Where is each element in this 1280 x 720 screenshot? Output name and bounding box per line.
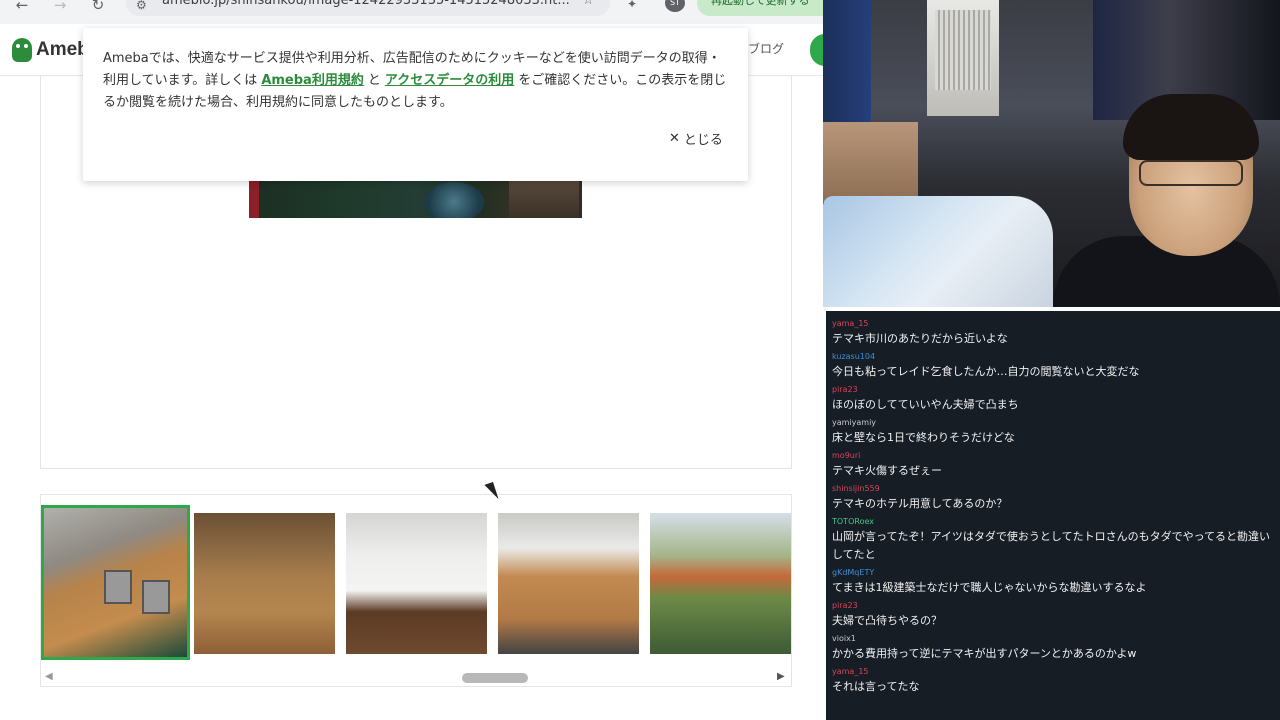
webcam-feed bbox=[823, 0, 1280, 307]
chat-username[interactable]: pira23 bbox=[832, 600, 1280, 612]
access-data-link[interactable]: アクセスデータの利用 bbox=[385, 73, 514, 88]
chat-text: それは言ってたな bbox=[832, 680, 920, 693]
chat-message: vioix1 かかる費用持って逆にテマキが出すパターンとかあるのかよw bbox=[826, 633, 1280, 663]
chat-message: mo9uri テマキ火傷するぜぇー bbox=[826, 450, 1280, 480]
chat-username[interactable]: gKdMqETY bbox=[832, 567, 1280, 579]
chat-text: 山岡が言ってたぞ！アイツはタダで使おうとしてたトロさんのもタダでやってると勘違い… bbox=[832, 530, 1271, 561]
cookie-close-button[interactable]: ✕ とじる bbox=[669, 129, 723, 148]
chat-text: テマキのホテル用意してあるのか？ bbox=[832, 497, 1008, 510]
close-label: とじる bbox=[683, 133, 723, 148]
terms-link[interactable]: Ameba利用規約 bbox=[261, 73, 364, 88]
thumbnail-strip bbox=[40, 494, 792, 687]
streamer bbox=[1023, 86, 1280, 307]
address-bar[interactable]: ⚙ ameblo.jp/shinsankou/image-12422933135… bbox=[126, 0, 610, 16]
chat-username[interactable]: TOTORoex bbox=[832, 516, 1280, 528]
ameba-logo-icon bbox=[12, 38, 32, 62]
thumbnail-5[interactable] bbox=[650, 513, 791, 654]
chat-message: shinsijin559 テマキのホテル用意してあるのか？ bbox=[826, 483, 1280, 513]
chat-text: テマキ火傷するぜぇー bbox=[832, 464, 942, 477]
chat-text: かかる費用持って逆にテマキが出すパターンとかあるのかよw bbox=[832, 647, 1137, 660]
chat-message: pira23 夫婦で凸待ちやるの？ bbox=[826, 600, 1280, 630]
site-info-icon[interactable]: ⚙ bbox=[136, 0, 147, 16]
chat-list: yama_15 テマキ市川のあたりだから近いよな kuzasu104 今日も粘ってレイ… bbox=[826, 311, 1280, 696]
browser-toolbar: ← → ↻ ⚙ ameblo.jp/shinsankou/image-12422… bbox=[0, 0, 837, 24]
forward-icon[interactable]: → bbox=[52, 0, 68, 16]
extension-icon[interactable]: ✦ bbox=[627, 0, 643, 10]
url-text: ameblo.jp/shinsankou/image-12422933135-1… bbox=[162, 0, 570, 8]
cookie-notice-text: Amebaでは、快適なサービス提供や利用分析、広告配信のためにクッキーなどを使い… bbox=[103, 51, 727, 110]
chat-text: 夫婦で凸待ちやるの？ bbox=[832, 614, 942, 627]
chat-text: 今日も粘ってレイド乞食したんか…自力の閲覧ないと大変だな bbox=[832, 365, 1140, 378]
thumbnail-1[interactable] bbox=[41, 505, 190, 660]
bookmark-star-icon[interactable]: ☆ bbox=[582, 0, 594, 12]
thumbnail-2[interactable] bbox=[194, 513, 335, 654]
reload-icon[interactable]: ↻ bbox=[90, 0, 106, 16]
thumbnail-3[interactable] bbox=[346, 513, 487, 654]
chat-username[interactable]: yamiyamiy bbox=[832, 417, 1280, 429]
chat-message: yamiyamiy 床と壁なら1日で終わりそうだけどな bbox=[826, 417, 1280, 447]
chat-text: ほのぼのしてていいやん夫婦で凸まち bbox=[832, 398, 1019, 411]
chat-message: pira23 ほのぼのしてていいやん夫婦で凸まち bbox=[826, 384, 1280, 414]
profile-avatar[interactable]: ST bbox=[665, 0, 685, 12]
chat-username[interactable]: mo9uri bbox=[832, 450, 1280, 462]
chat-text: テマキ市川のあたりだから近いよな bbox=[832, 332, 1008, 345]
chat-username[interactable]: shinsijin559 bbox=[832, 483, 1280, 495]
main-photo[interactable] bbox=[249, 178, 582, 218]
chat-text: 床と壁なら1日で終わりそうだけどな bbox=[832, 431, 1015, 444]
blog-link[interactable]: ブログ bbox=[748, 40, 784, 57]
chat-message: gKdMqETY てまきは1級建築士なだけで職人じゃないからな勘違いするなよ bbox=[826, 567, 1280, 597]
chat-username[interactable]: kuzasu104 bbox=[832, 351, 1280, 363]
chat-message: yama_15 それは言ってたな bbox=[826, 666, 1280, 696]
close-icon: ✕ bbox=[669, 131, 680, 146]
thumbnail-4[interactable] bbox=[498, 513, 639, 654]
chat-username[interactable]: yama_15 bbox=[832, 666, 1280, 678]
chat-message: yama_15 テマキ市川のあたりだから近いよな bbox=[826, 318, 1280, 348]
chat-username[interactable]: vioix1 bbox=[832, 633, 1280, 645]
scrollbar-thumb[interactable] bbox=[462, 673, 528, 683]
chat-username[interactable]: pira23 bbox=[832, 384, 1280, 396]
chat-message: kuzasu104 今日も粘ってレイド乞食したんか…自力の閲覧ないと大変だな bbox=[826, 351, 1280, 381]
scroll-right-arrow[interactable]: ▶ bbox=[777, 671, 785, 682]
cookie-notice: Amebaでは、快適なサービス提供や利用分析、広告配信のためにクッキーなどを使い… bbox=[83, 28, 748, 181]
scroll-left-arrow[interactable]: ◀ bbox=[45, 671, 53, 682]
chat-panel: yama_15 テマキ市川のあたりだから近いよな kuzasu104 今日も粘ってレイ… bbox=[826, 311, 1280, 720]
back-icon[interactable]: ← bbox=[14, 0, 30, 16]
chat-message: TOTORoex 山岡が言ってたぞ！アイツはタダで使おうとしてたトロさんのもタダで… bbox=[826, 516, 1280, 564]
chat-text: てまきは1級建築士なだけで職人じゃないからな勘違いするなよ bbox=[832, 581, 1147, 594]
chat-username[interactable]: yama_15 bbox=[832, 318, 1280, 330]
update-browser-button[interactable]: 再起動して更新する bbox=[697, 0, 837, 16]
